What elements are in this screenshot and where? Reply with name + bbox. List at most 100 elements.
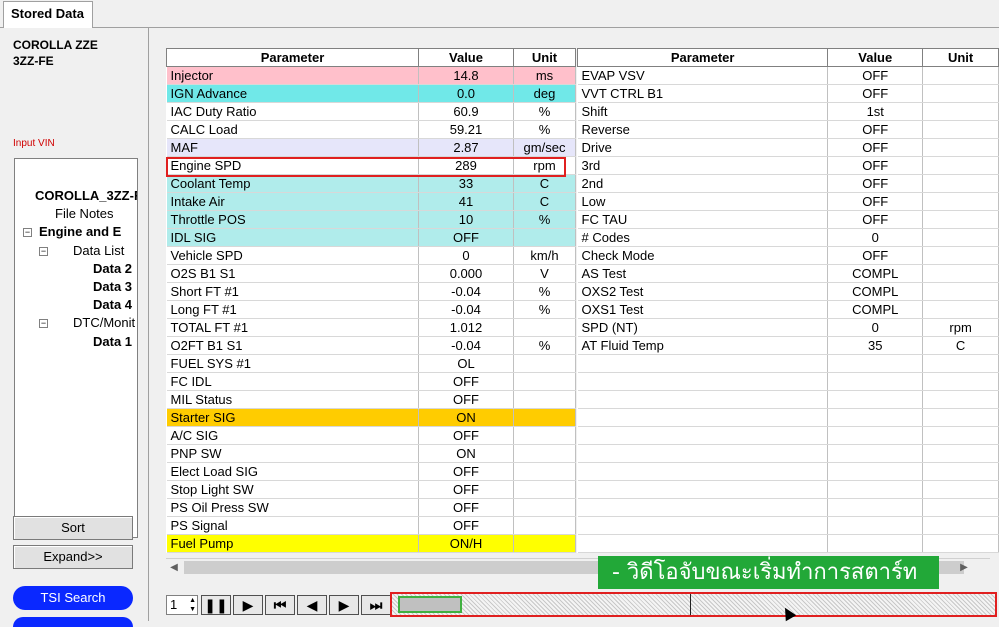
table-row[interactable]: Elect Load SIG OFF [166, 462, 576, 481]
table-row[interactable] [577, 390, 999, 409]
tree-item[interactable]: Data 2 [93, 260, 132, 278]
cell-parameter [577, 516, 829, 535]
table-row[interactable]: FC TAU OFF [577, 210, 999, 229]
table-row[interactable]: A/C SIG OFF [166, 426, 576, 445]
table-row[interactable]: Reverse OFF [577, 120, 999, 139]
table-row[interactable]: Low OFF [577, 192, 999, 211]
skip-end-icon[interactable]: ⏭ [361, 595, 391, 615]
table-row[interactable]: AS Test COMPL [577, 264, 999, 283]
column-header-parameter[interactable]: Parameter [166, 48, 419, 67]
column-header-parameter[interactable]: Parameter [576, 48, 829, 67]
spinner-arrows-icon[interactable]: ▲ ▼ [189, 596, 196, 614]
table-row[interactable] [577, 480, 999, 499]
table-row[interactable]: FC IDL OFF [166, 372, 576, 391]
table-row[interactable]: Injector 14.8 ms [166, 66, 576, 85]
cell-parameter: 3rd [577, 156, 829, 175]
tab-stored-data[interactable]: Stored Data [3, 1, 93, 28]
playback-timeline[interactable] [390, 592, 997, 617]
table-row[interactable]: O2FT B1 S1 -0.04% [166, 336, 576, 355]
table-row[interactable]: Check Mode OFF [577, 246, 999, 265]
sort-button[interactable]: Sort [13, 516, 133, 540]
skip-start-icon[interactable]: ⏮ [265, 595, 295, 615]
tree-item[interactable]: Data 3 [93, 278, 132, 296]
table-row[interactable]: Coolant Temp 33 C [166, 174, 576, 193]
cell-value: 41 [418, 192, 514, 211]
tsi-search-button[interactable]: TSI Search [13, 586, 133, 610]
table-row[interactable]: Fuel Pump ON/H [166, 534, 576, 553]
column-header-value[interactable]: Value [827, 48, 924, 67]
tree-item[interactable]: Data 1 [93, 333, 132, 351]
cell-parameter [577, 408, 829, 427]
table-row[interactable]: MAF 2.87 gm/sec [166, 138, 576, 157]
table-row[interactable]: O2S B1 S1 0.000 V [166, 264, 576, 283]
table-row[interactable] [577, 372, 999, 391]
cell-unit [922, 282, 999, 301]
table-row[interactable]: Long FT #1 -0.04% [166, 300, 576, 319]
table-row[interactable]: IDL SIG OFF [166, 228, 576, 247]
table-row[interactable]: MIL Status OFF [166, 390, 576, 409]
table-row[interactable]: OXS1 Test COMPL [577, 300, 999, 319]
column-header-unit[interactable]: Unit [922, 48, 999, 67]
tree-expander-icon[interactable]: − [39, 246, 48, 256]
table-row[interactable]: # Codes 0 [577, 228, 999, 247]
table-row[interactable]: Intake Air 41 C [166, 192, 576, 211]
table-row[interactable]: SPD (NT) 0 rpm [577, 318, 999, 337]
table-row[interactable]: Vehicle SPD 0 km/h [166, 246, 576, 265]
tree-item[interactable]: COROLLA_3ZZ-F [35, 187, 137, 205]
tree-item[interactable]: Engine and E [39, 223, 121, 241]
table-row[interactable]: PNP SW ON [166, 444, 576, 463]
table-row[interactable]: PS Oil Press SW OFF [166, 498, 576, 517]
table-row[interactable]: PS Signal OFF [166, 516, 576, 535]
table-row[interactable]: 3rd OFF [577, 156, 999, 175]
table-row[interactable]: OXS2 Test COMPL [577, 282, 999, 301]
expand-button[interactable]: Expand>> [13, 545, 133, 569]
table-row[interactable]: Throttle POS 10% [166, 210, 576, 229]
table-row[interactable]: Engine SPD 289 rpm [166, 156, 576, 175]
table-row[interactable]: FUEL SYS #1 OL [166, 354, 576, 373]
table-row[interactable] [577, 444, 999, 463]
table-row[interactable] [577, 426, 999, 445]
scroll-left-icon[interactable]: ◀ [166, 560, 182, 575]
cell-value: OFF [827, 138, 924, 157]
pause-icon[interactable]: ❚❚ [201, 595, 231, 615]
table-row[interactable] [577, 462, 999, 481]
table-row[interactable]: Short FT #1 -0.04% [166, 282, 576, 301]
table-row[interactable]: 2nd OFF [577, 174, 999, 193]
tsi-secondary-button[interactable] [13, 617, 133, 627]
cell-value: ON/H [418, 534, 514, 553]
table-row[interactable] [577, 354, 999, 373]
tree-item[interactable]: Data 4 [93, 296, 132, 314]
table-row[interactable]: IGN Advance 0.0 deg [166, 84, 576, 103]
table-row[interactable]: AT Fluid Temp 35 C [577, 336, 999, 355]
table-row[interactable]: CALC Load 59.21% [166, 120, 576, 139]
table-row[interactable] [577, 534, 999, 553]
table-row[interactable]: VVT CTRL B1 OFF [577, 84, 999, 103]
table-row[interactable]: TOTAL FT #1 1.012 [166, 318, 576, 337]
tree-expander-icon[interactable]: − [39, 319, 48, 329]
table-row[interactable] [577, 516, 999, 535]
table-row[interactable]: IAC Duty Ratio 60.9% [166, 102, 576, 121]
cell-value [827, 498, 924, 517]
table-row[interactable]: EVAP VSV OFF [577, 66, 999, 85]
table-row[interactable] [577, 498, 999, 517]
tree-item[interactable]: File Notes [55, 205, 114, 223]
tree-item[interactable]: DTC/Monit [73, 314, 135, 332]
tree-expander-icon[interactable]: − [23, 228, 32, 238]
frame-spinner[interactable]: 1 ▲ ▼ [166, 595, 198, 615]
table-row[interactable]: Starter SIG ON [166, 408, 576, 427]
column-header-unit[interactable]: Unit [513, 48, 576, 67]
table-row[interactable]: Drive OFF [577, 138, 999, 157]
column-header-value[interactable]: Value [418, 48, 514, 67]
cell-parameter: Short FT #1 [166, 282, 419, 301]
table-row[interactable]: Stop Light SW OFF [166, 480, 576, 499]
step-back-icon[interactable]: ◀ [297, 595, 327, 615]
step-forward-icon[interactable]: ▶ [329, 595, 359, 615]
file-tree[interactable]: COROLLA_3ZZ-F File Notes − Engine and E − Dat… [14, 158, 138, 538]
tree-item[interactable]: Data List [73, 242, 124, 260]
input-vin-label[interactable]: Input VIN [13, 138, 55, 149]
timeline-playhead[interactable] [398, 596, 462, 613]
table-row[interactable]: Shift 1st [577, 102, 999, 121]
scroll-right-icon[interactable]: ▶ [956, 560, 972, 575]
play-icon[interactable]: ▶ [233, 595, 263, 615]
table-row[interactable] [577, 408, 999, 427]
